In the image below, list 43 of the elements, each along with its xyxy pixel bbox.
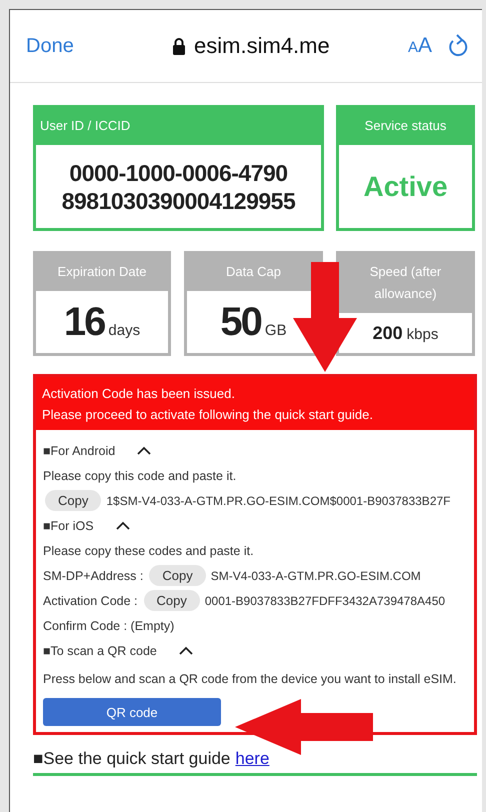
reload-icon[interactable]	[448, 34, 468, 58]
instruction-text: Press below and scan a QR code from the device you want to install eSIM.	[43, 670, 456, 688]
card-header: Service status	[339, 108, 472, 145]
stat-value: 50	[220, 300, 261, 344]
url-text: esim.sim4.me	[194, 33, 330, 59]
card-header: Data Cap	[187, 254, 320, 291]
notice-text: Activation Code has been issued.	[42, 385, 236, 403]
card-header: Speed (after allowance)	[339, 254, 472, 313]
stat-unit: days	[108, 322, 140, 338]
guide-text: ■See the quick start guide	[33, 749, 230, 769]
code-text: 1$SM-V4-033-A-GTM.PR.GO-ESIM.COM$0001-B9037833B27F	[106, 494, 450, 508]
chevron-icon[interactable]	[116, 521, 130, 530]
qr-code-button[interactable]: QR code	[43, 698, 221, 726]
code-text: 0001-B9037833B27FDFF3432A739478A450	[204, 594, 446, 608]
stat-unit: kbps	[406, 326, 438, 342]
lock-icon	[172, 37, 186, 55]
stat-value: 16	[64, 300, 104, 344]
chevron-icon[interactable]	[178, 646, 193, 655]
down-arrow-icon	[292, 262, 358, 373]
section-title: ■For Android	[43, 444, 116, 458]
done-button[interactable]: Done	[26, 34, 74, 58]
stat-unit: GB	[264, 322, 287, 338]
field-label: SM-DP+Address :	[43, 568, 144, 582]
notice-text: Please proceed to activate following the quick start guide.	[42, 406, 374, 424]
id-number: 8981030390004129955	[62, 186, 296, 214]
guide-link[interactable]: here	[235, 749, 270, 769]
id-number: 0000-1000-0006-4790	[69, 158, 288, 186]
chevron-icon[interactable]	[137, 446, 152, 455]
stat-value: 200	[372, 322, 403, 344]
card-header: Expiration Date	[36, 254, 168, 291]
text-size-button[interactable]: AA	[408, 34, 432, 58]
copy-button[interactable]: Copy	[45, 490, 102, 511]
status-value: Active	[363, 170, 448, 202]
field-label: Activation Code :	[43, 594, 138, 608]
card-header: User ID / ICCID	[36, 108, 321, 145]
instruction-text: Please copy these codes and paste it.	[43, 544, 254, 558]
copy-button[interactable]: Copy	[149, 565, 206, 586]
copy-button[interactable]: Copy	[144, 590, 200, 611]
code-text: SM-V4-033-A-GTM.PR.GO-ESIM.COM	[210, 568, 421, 582]
instruction-text: Please copy this code and paste it.	[43, 468, 236, 482]
section-title: ■For iOS	[43, 518, 94, 532]
section-title: ■To scan a QR code	[43, 644, 157, 658]
instruction-text: Confirm Code : (Empty)	[43, 618, 174, 632]
